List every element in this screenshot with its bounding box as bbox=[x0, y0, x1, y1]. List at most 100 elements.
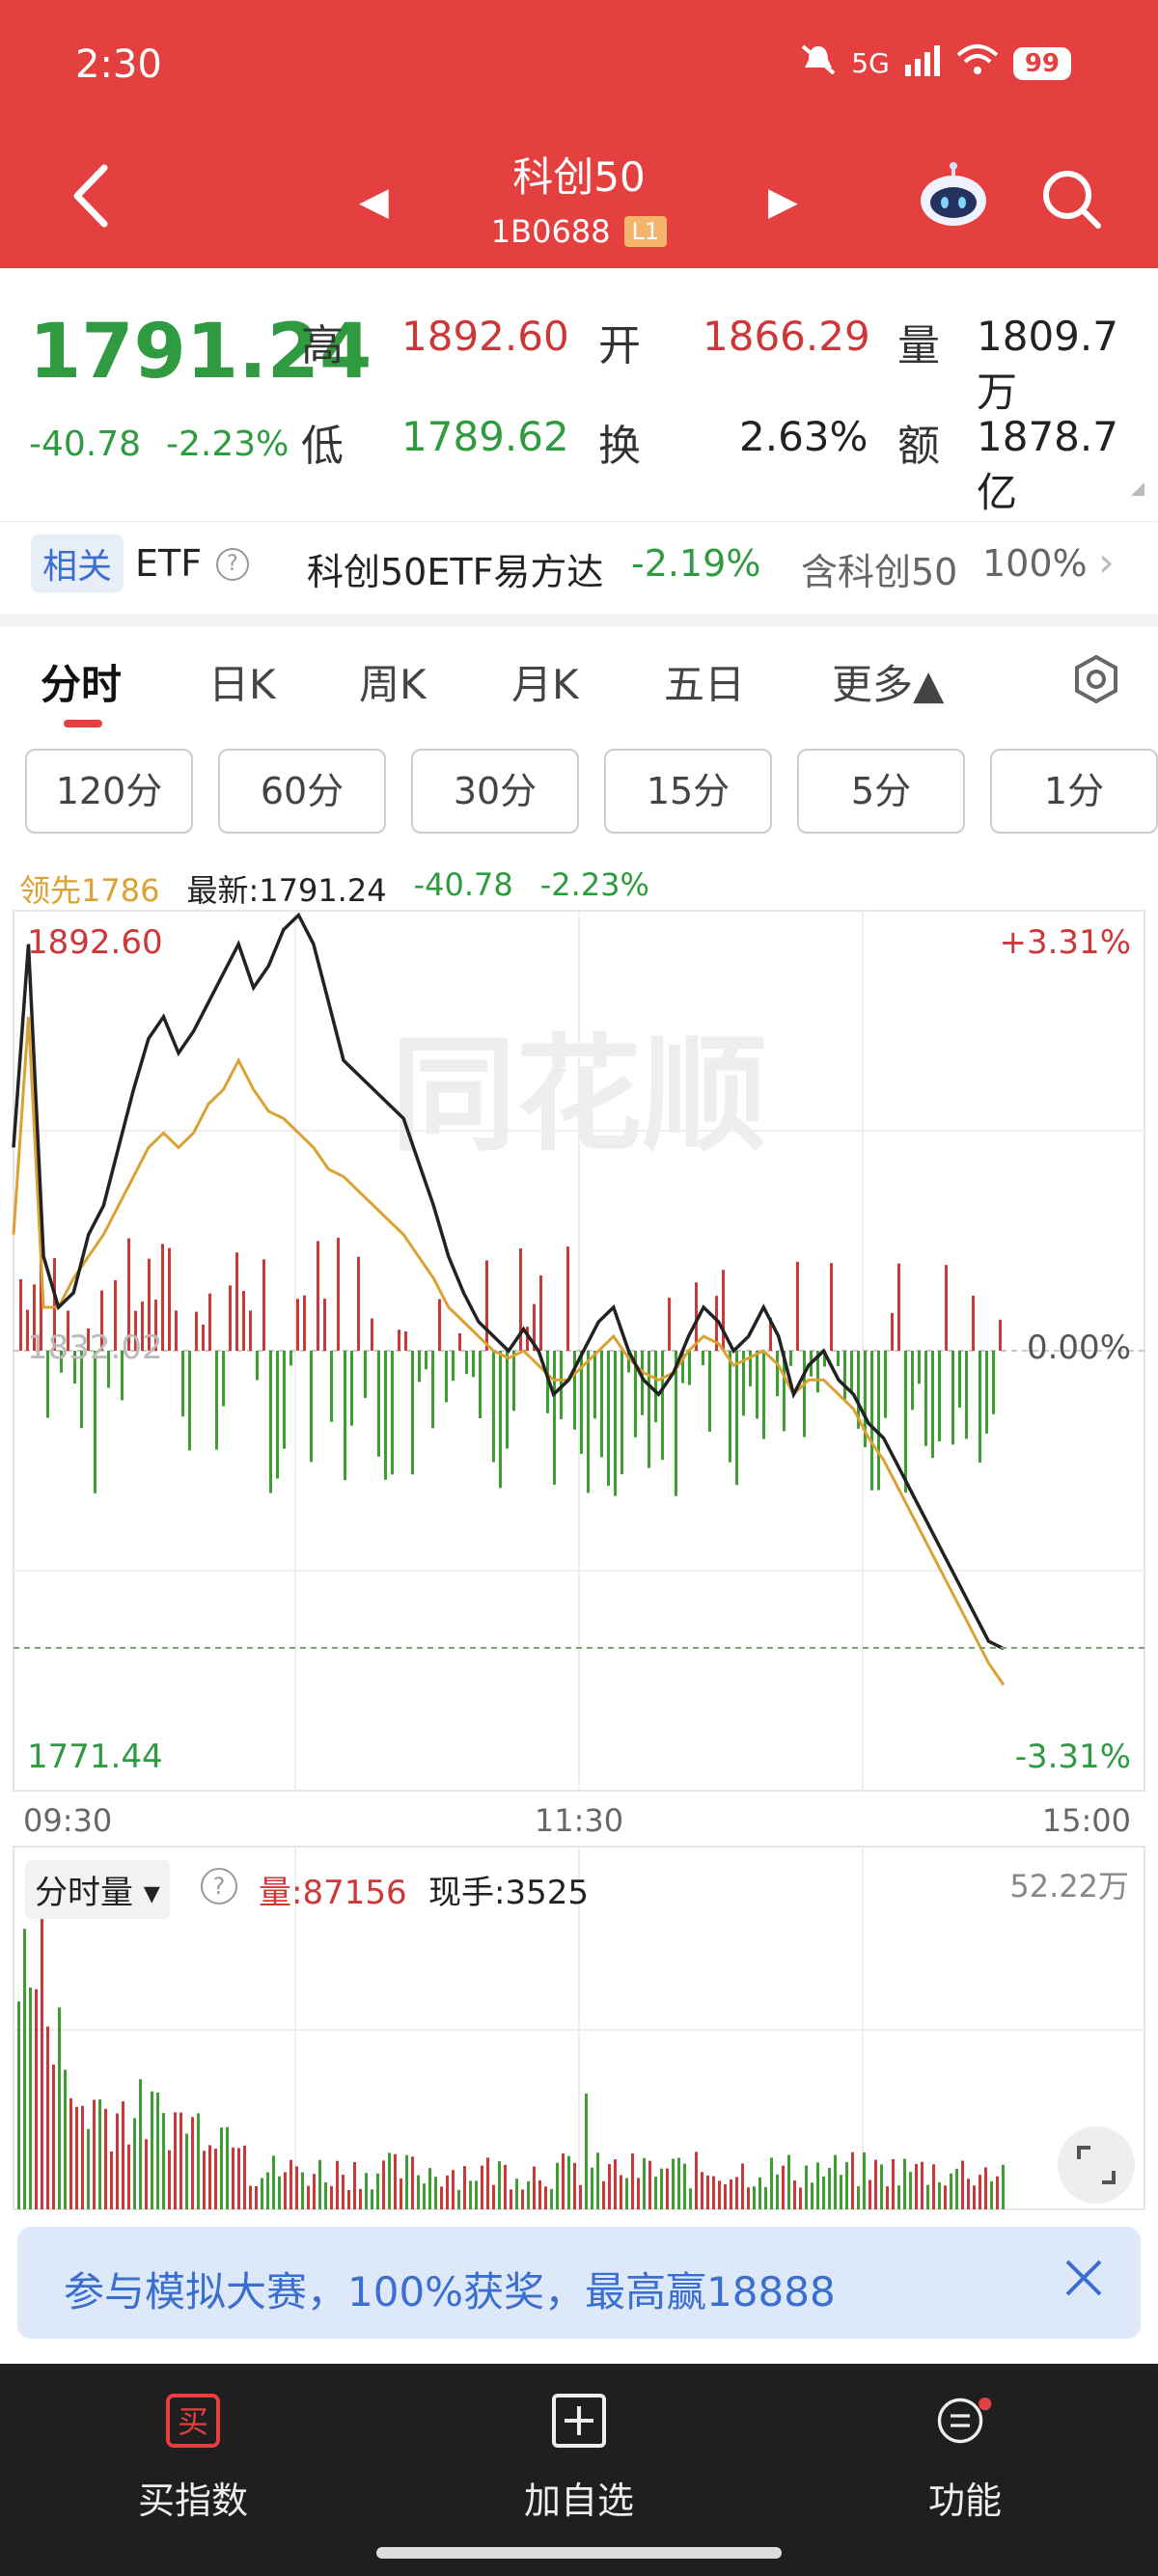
volume-bar bbox=[371, 2189, 373, 2209]
volume-bar bbox=[585, 2094, 588, 2209]
down-bar bbox=[803, 1351, 806, 1438]
down-bar bbox=[688, 1351, 691, 1385]
tab-more[interactable]: 更多▲ bbox=[832, 652, 944, 711]
period-120min[interactable]: 120分 bbox=[25, 749, 193, 834]
volume-bar bbox=[892, 2159, 895, 2209]
volume-bar bbox=[46, 2026, 49, 2209]
intraday-chart[interactable]: 同花顺 1892.60 1832.02 1771.44 +3.31% 0.00%… bbox=[0, 907, 1158, 1833]
up-bar bbox=[229, 1285, 232, 1351]
nav-add-watchlist[interactable]: 加自选 bbox=[482, 2393, 676, 2524]
volume-bar bbox=[342, 2175, 345, 2209]
volume-bar bbox=[64, 2069, 67, 2209]
volume-bar bbox=[689, 2188, 692, 2209]
period-1min[interactable]: 1分 bbox=[990, 749, 1158, 834]
volume-value: 1809.7万 bbox=[977, 313, 1118, 416]
volume-bar bbox=[278, 2176, 281, 2209]
down-bar bbox=[384, 1351, 387, 1480]
up-bar bbox=[235, 1252, 238, 1351]
volume-help-icon[interactable]: ? bbox=[201, 1868, 237, 1905]
volume-bar bbox=[23, 1929, 26, 2209]
down-bar bbox=[553, 1351, 556, 1485]
tab-intraday[interactable]: 分时 bbox=[41, 652, 122, 711]
volume-bar bbox=[469, 2180, 472, 2209]
open-value: 1866.29 bbox=[703, 313, 870, 360]
banner-close-button[interactable] bbox=[1060, 2254, 1108, 2302]
down-bar bbox=[877, 1351, 880, 1491]
period-15min[interactable]: 15分 bbox=[604, 749, 772, 834]
low-label: 低 bbox=[301, 422, 344, 471]
volume-bar bbox=[411, 2156, 414, 2209]
volume-bar bbox=[996, 2176, 999, 2209]
volume-bar bbox=[145, 2139, 148, 2209]
volume-bar bbox=[608, 2164, 611, 2209]
x-start-label: 09:30 bbox=[23, 1802, 112, 1833]
down-bar bbox=[269, 1351, 272, 1494]
tab-weekly-k[interactable]: 周K bbox=[359, 652, 427, 711]
volume-bar bbox=[394, 2153, 397, 2209]
volume-bar bbox=[625, 2178, 628, 2209]
volume-bar bbox=[93, 2099, 96, 2209]
down-bar bbox=[377, 1351, 380, 1457]
volume-mode-select[interactable]: 分时量 ▾ bbox=[25, 1860, 170, 1919]
volume-bar bbox=[336, 2160, 339, 2209]
volume-bar bbox=[596, 2152, 599, 2209]
down-bar bbox=[276, 1351, 279, 1479]
volume-bar bbox=[382, 2160, 385, 2209]
settings-icon bbox=[1075, 654, 1117, 704]
volume-bar bbox=[921, 2161, 924, 2209]
watermark: 同花顺 bbox=[391, 1022, 767, 1168]
down-bar bbox=[735, 1351, 738, 1486]
volume-bar bbox=[828, 2167, 831, 2209]
volume-bar bbox=[961, 2160, 964, 2209]
expand-quote-indicator[interactable] bbox=[1131, 482, 1144, 496]
period-60min[interactable]: 60分 bbox=[218, 749, 386, 834]
volume-bar bbox=[324, 2181, 327, 2209]
volume-bar bbox=[822, 2176, 825, 2209]
up-bar bbox=[249, 1310, 252, 1351]
chevron-right-icon[interactable]: › bbox=[1098, 538, 1115, 586]
nav-functions[interactable]: 功能 bbox=[868, 2393, 1062, 2524]
search-icon bbox=[1043, 171, 1101, 229]
down-bar bbox=[445, 1351, 448, 1403]
nav-buy-index-label: 买指数 bbox=[137, 2480, 248, 2522]
volume-bar bbox=[35, 1988, 38, 2209]
promo-banner-text[interactable]: 参与模拟大赛，100%获奖，最高赢18888 bbox=[64, 2260, 836, 2318]
volume-bar bbox=[457, 2189, 460, 2209]
change-bars bbox=[19, 1237, 1002, 1496]
period-5min[interactable]: 5分 bbox=[797, 749, 965, 834]
fullscreen-button[interactable] bbox=[1058, 2126, 1135, 2204]
volume-bar bbox=[307, 2185, 310, 2209]
chart-settings-button[interactable] bbox=[1071, 654, 1121, 704]
assistant-button[interactable] bbox=[917, 162, 990, 230]
up-bar bbox=[337, 1237, 340, 1351]
volume-bar bbox=[834, 2154, 837, 2209]
down-bar bbox=[850, 1351, 853, 1394]
etf-help-icon[interactable]: ? bbox=[216, 548, 249, 581]
volume-bar bbox=[909, 2172, 912, 2209]
amount-value: 1878.7亿 bbox=[977, 413, 1118, 516]
volume-bar bbox=[220, 2127, 223, 2209]
volume-bar bbox=[706, 2175, 709, 2209]
down-bar bbox=[587, 1351, 590, 1494]
next-stock-button[interactable]: ▶ bbox=[768, 179, 798, 224]
volume-bar bbox=[811, 2182, 813, 2209]
down-bar bbox=[188, 1351, 191, 1451]
tab-monthly-k[interactable]: 月K bbox=[511, 652, 579, 711]
volume-bar bbox=[452, 2170, 455, 2209]
latest-change-pct: -2.23% bbox=[539, 866, 649, 903]
tab-five-day[interactable]: 五日 bbox=[664, 652, 745, 711]
down-bar bbox=[472, 1351, 475, 1378]
y-max-label: 1892.60 bbox=[27, 923, 163, 962]
volume-bar bbox=[434, 2177, 437, 2209]
nav-buy-index[interactable]: 买 买指数 bbox=[96, 2393, 290, 2524]
volume-bar bbox=[295, 2166, 298, 2209]
volume-label: 量 bbox=[897, 321, 940, 370]
etf-name[interactable]: 科创50ETF易方达 bbox=[307, 542, 603, 595]
down-bar bbox=[350, 1351, 353, 1426]
down-bar bbox=[641, 1351, 644, 1415]
period-30min[interactable]: 30分 bbox=[411, 749, 579, 834]
level-badge: L1 bbox=[623, 216, 668, 247]
search-button[interactable] bbox=[1040, 168, 1102, 230]
volume-bar bbox=[116, 2113, 119, 2209]
tab-daily-k[interactable]: 日K bbox=[208, 652, 276, 711]
